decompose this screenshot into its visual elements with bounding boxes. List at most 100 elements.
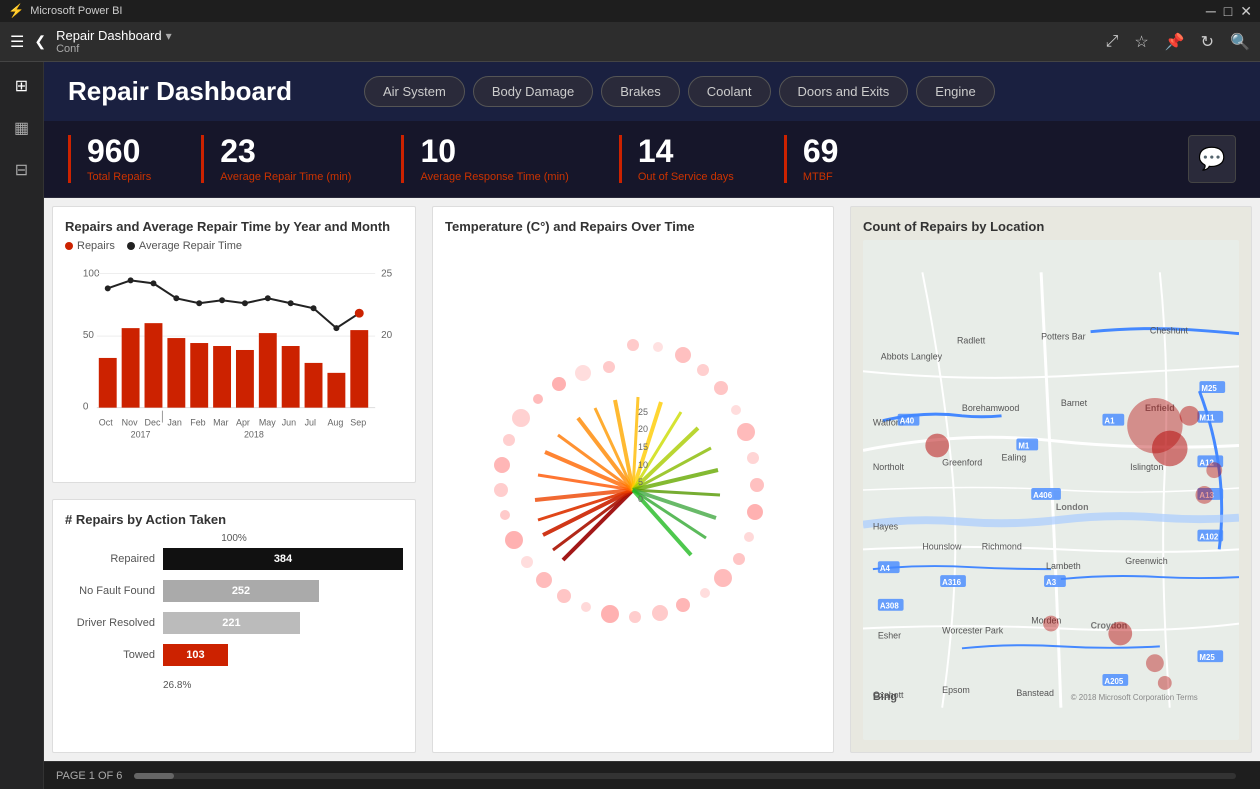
- bar-sep: [350, 330, 368, 408]
- svg-text:Mar: Mar: [213, 418, 228, 428]
- svg-text:Esher: Esher: [878, 630, 901, 640]
- svg-text:Cheshunt: Cheshunt: [1150, 326, 1189, 336]
- svg-text:Bing: Bing: [873, 691, 897, 703]
- refresh-btn[interactable]: ↻: [1201, 32, 1214, 52]
- action-bar-driver: 221: [163, 612, 300, 634]
- tab-body-damage[interactable]: Body Damage: [473, 76, 593, 107]
- sidebar-home-icon[interactable]: ⊞: [8, 72, 36, 100]
- svg-text:A3: A3: [1046, 578, 1057, 587]
- tab-engine[interactable]: Engine: [916, 76, 994, 107]
- bar-chart-svg: 100 50 0 25 20: [65, 258, 403, 438]
- svg-text:M25: M25: [1201, 384, 1217, 393]
- map-bubble-3: [1152, 431, 1188, 467]
- bar-may: [259, 333, 277, 408]
- svg-text:Jun: Jun: [282, 418, 296, 428]
- action-label-nff: No Fault Found: [65, 585, 155, 597]
- sidebar: ⊞ ▦ ⊟: [0, 62, 44, 789]
- svg-text:20: 20: [638, 424, 648, 434]
- svg-text:Oct: Oct: [99, 418, 113, 428]
- point-nov: [128, 277, 134, 283]
- point-jun: [288, 300, 294, 306]
- svg-text:Jan: Jan: [167, 418, 181, 428]
- bar-apr: [236, 350, 254, 408]
- action-row-nff: No Fault Found 252: [65, 580, 403, 602]
- svg-text:10: 10: [638, 460, 648, 470]
- action-row-towed: Towed 103: [65, 644, 403, 666]
- map-chart-title: Count of Repairs by Location: [863, 219, 1239, 234]
- svg-text:50: 50: [83, 330, 95, 341]
- svg-text:15: 15: [638, 442, 648, 452]
- svg-text:A1: A1: [1104, 417, 1115, 426]
- svg-text:M11: M11: [1199, 414, 1215, 423]
- action-row-driver: Driver Resolved 221: [65, 612, 403, 634]
- circular-chart-title: Temperature (C°) and Repairs Over Time: [445, 219, 821, 234]
- bar-nov: [122, 328, 140, 408]
- tab-air-system[interactable]: Air System: [364, 76, 465, 107]
- back-arrow-btn[interactable]: ❮: [34, 33, 46, 50]
- svg-text:Ealing: Ealing: [1002, 452, 1027, 462]
- point-jan: [173, 295, 179, 301]
- sidebar-grid-icon[interactable]: ⊟: [8, 156, 36, 184]
- action-bar-towed: 103: [163, 644, 228, 666]
- svg-text:Borehamwood: Borehamwood: [962, 403, 1019, 413]
- legend-avg-repair: Average Repair Time: [127, 240, 242, 252]
- map-bubble-9: [1146, 654, 1164, 672]
- point-sep: [355, 309, 363, 317]
- svg-text:Lambeth: Lambeth: [1046, 561, 1081, 571]
- map-bubble-1: [925, 434, 949, 458]
- action-bar-nff-wrap: 252: [163, 580, 403, 602]
- circular-chart-panel: Temperature (C°) and Repairs Over Time: [432, 206, 834, 753]
- bookmark-btn[interactable]: ☆: [1134, 32, 1148, 52]
- tab-brakes[interactable]: Brakes: [601, 76, 679, 107]
- sidebar-bar-icon[interactable]: ▦: [8, 114, 36, 142]
- bar-mar: [213, 346, 231, 408]
- bar-feb: [190, 343, 208, 408]
- map-bubble-10: [1158, 676, 1172, 690]
- svg-text:A102: A102: [1199, 532, 1219, 541]
- tab-doors-exits[interactable]: Doors and Exits: [779, 76, 909, 107]
- app-title-group: Repair Dashboard ▾ Conf: [56, 28, 172, 55]
- action-bar-towed-wrap: 103: [163, 644, 403, 666]
- app-bar-left: ☰ ❮ Repair Dashboard ▾ Conf: [10, 28, 172, 55]
- search-btn[interactable]: 🔍: [1230, 32, 1250, 52]
- action-bar-repaired: 384: [163, 548, 403, 570]
- svg-text:Islington: Islington: [1130, 462, 1163, 472]
- svg-text:Northolt: Northolt: [873, 462, 905, 472]
- chat-button[interactable]: 💬: [1188, 135, 1236, 183]
- dashboard-title: Repair Dashboard: [56, 28, 162, 43]
- maximize-btn[interactable]: □: [1224, 3, 1232, 20]
- action-bar-driver-wrap: 221: [163, 612, 403, 634]
- point-may: [265, 295, 271, 301]
- tab-coolant[interactable]: Coolant: [688, 76, 771, 107]
- svg-text:A40: A40: [900, 417, 915, 426]
- action-max-label: 100%: [65, 533, 403, 544]
- point-oct: [105, 285, 111, 291]
- bar-chart-legend: Repairs Average Repair Time: [65, 240, 403, 252]
- point-apr: [242, 300, 248, 306]
- action-min-label: 26.8%: [163, 680, 403, 691]
- scroll-track[interactable]: [134, 773, 1236, 779]
- svg-text:Radlett: Radlett: [957, 336, 986, 346]
- svg-text:2017: 2017: [131, 429, 151, 438]
- title-dropdown-icon[interactable]: ▾: [166, 29, 172, 43]
- minimize-btn[interactable]: ─: [1206, 3, 1216, 20]
- charts-area: Repairs and Average Repair Time by Year …: [44, 198, 1260, 761]
- pin-btn[interactable]: 📌: [1165, 32, 1185, 52]
- kpi-avg-response-time: 10 Average Response Time (min): [401, 135, 598, 183]
- action-label-towed: Towed: [65, 649, 155, 661]
- svg-text:Epsom: Epsom: [942, 685, 970, 695]
- svg-text:Sep: Sep: [350, 418, 366, 428]
- action-bar-repaired-wrap: 384: [163, 548, 403, 570]
- hamburger-icon[interactable]: ☰: [10, 32, 24, 52]
- title-bar: ⚡ Microsoft Power BI ─ □ ✕: [0, 0, 1260, 22]
- bar-chart-area: 100 50 0 25 20: [65, 258, 403, 470]
- svg-text:M25: M25: [1199, 653, 1215, 662]
- point-feb: [196, 300, 202, 306]
- svg-text:Nov: Nov: [122, 418, 138, 428]
- bar-jan: [167, 338, 185, 408]
- main-layout: ⊞ ▦ ⊟ Repair Dashboard Air System Body D…: [0, 62, 1260, 789]
- svg-text:Jul: Jul: [305, 418, 316, 428]
- fullscreen-btn[interactable]: ⤢: [1106, 33, 1119, 51]
- close-btn[interactable]: ✕: [1240, 3, 1252, 20]
- scroll-thumb: [134, 773, 174, 779]
